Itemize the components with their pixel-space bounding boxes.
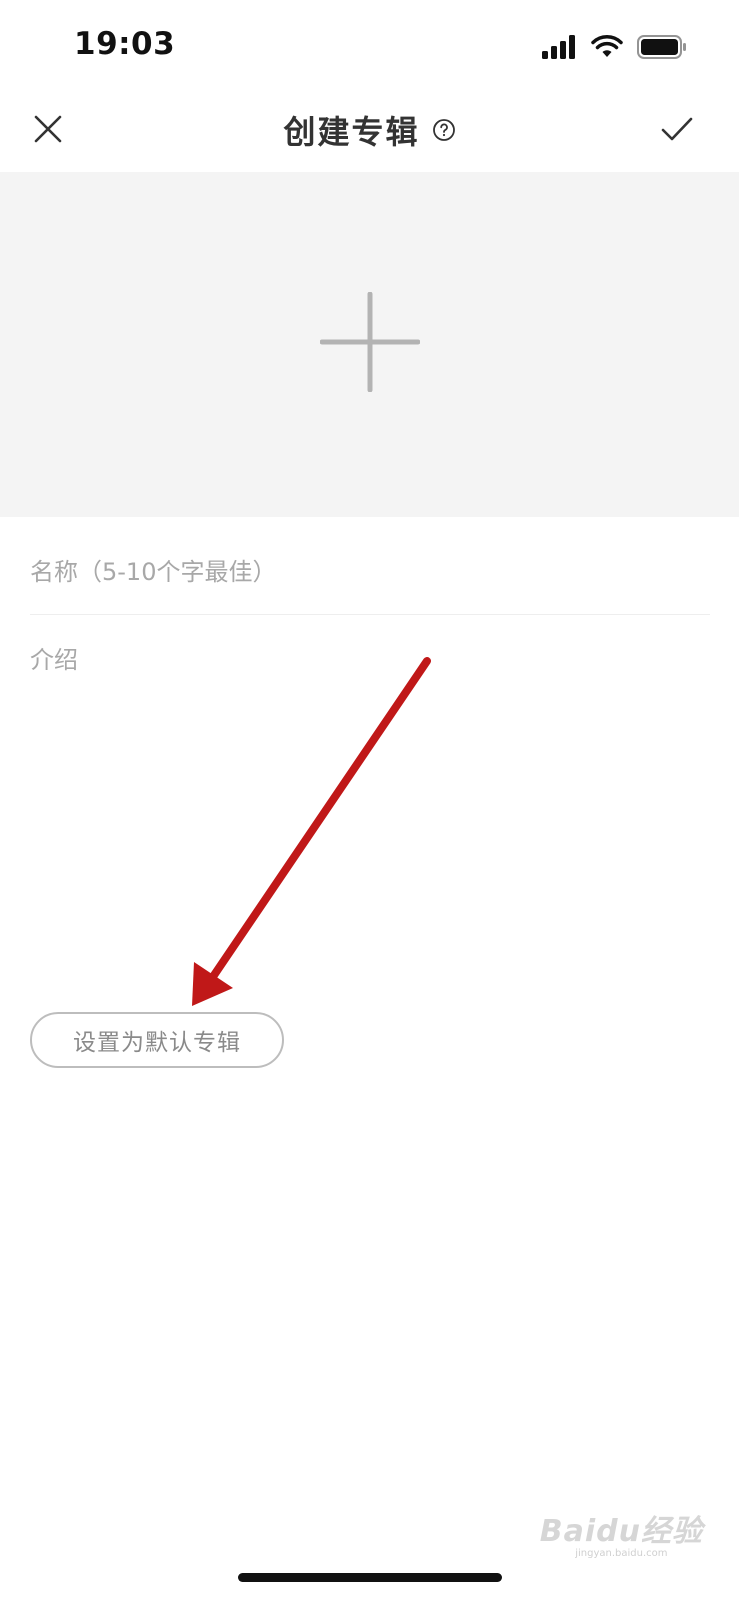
plus-icon[interactable] [320, 292, 420, 392]
status-bar: 19:03 [0, 0, 739, 95]
help-circle-icon[interactable] [432, 118, 456, 142]
nav-bar: 创建专辑 [0, 95, 739, 172]
status-time: 19:03 [74, 26, 176, 62]
cover-upload-area[interactable] [0, 172, 739, 517]
wifi-icon [591, 35, 623, 57]
page-title: 创建专辑 [283, 113, 420, 151]
album-name-input[interactable] [30, 530, 710, 615]
signal-icon [542, 35, 575, 59]
album-intro-input[interactable] [30, 640, 710, 970]
baidu-watermark: Baidu经验 jingyan.baidu.com [540, 1506, 703, 1559]
check-icon[interactable] [657, 109, 697, 149]
battery-icon [637, 35, 686, 59]
home-indicator[interactable] [238, 1573, 502, 1582]
nav-title-group: 创建专辑 [0, 107, 739, 153]
set-default-album-button[interactable]: 设置为默认专辑 [30, 1012, 284, 1068]
watermark-logo: Baidu经验 [539, 1514, 703, 1549]
set-default-album-label: 设置为默认专辑 [73, 1030, 241, 1056]
status-icons [541, 34, 687, 60]
